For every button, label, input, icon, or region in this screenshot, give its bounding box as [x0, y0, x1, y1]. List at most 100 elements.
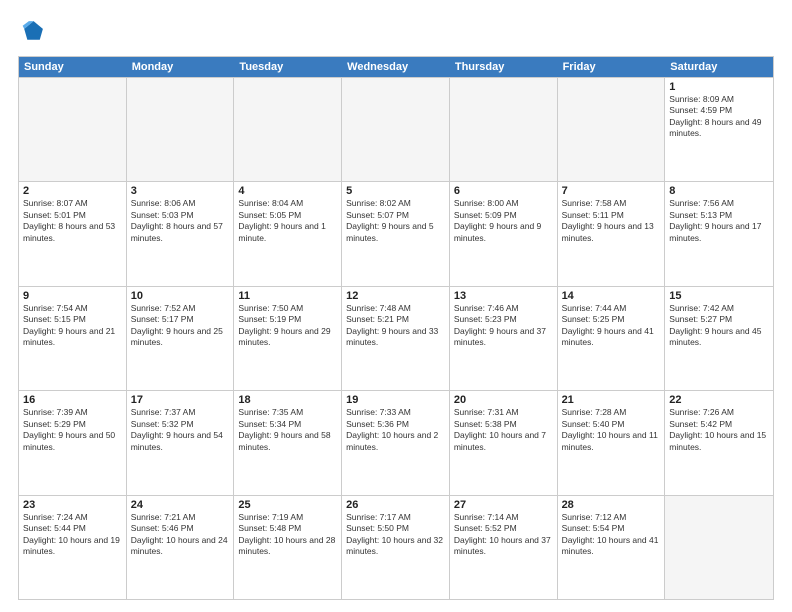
calendar-cell: 16Sunrise: 7:39 AM Sunset: 5:29 PM Dayli…: [19, 391, 127, 494]
day-number: 24: [131, 499, 230, 511]
calendar-cell: [558, 78, 666, 181]
calendar-cell: 1Sunrise: 8:09 AM Sunset: 4:59 PM Daylig…: [665, 78, 773, 181]
day-number: 2: [23, 185, 122, 197]
calendar-cell: 25Sunrise: 7:19 AM Sunset: 5:48 PM Dayli…: [234, 496, 342, 599]
day-number: 18: [238, 394, 337, 406]
day-info: Sunrise: 7:44 AM Sunset: 5:25 PM Dayligh…: [562, 303, 661, 349]
calendar-cell: 11Sunrise: 7:50 AM Sunset: 5:19 PM Dayli…: [234, 287, 342, 390]
weekday-header-saturday: Saturday: [665, 57, 773, 77]
calendar-cell: 5Sunrise: 8:02 AM Sunset: 5:07 PM Daylig…: [342, 182, 450, 285]
day-number: 7: [562, 185, 661, 197]
logo-icon: [18, 18, 46, 46]
day-info: Sunrise: 7:54 AM Sunset: 5:15 PM Dayligh…: [23, 303, 122, 349]
logo: [18, 18, 50, 46]
calendar-body: 1Sunrise: 8:09 AM Sunset: 4:59 PM Daylig…: [19, 77, 773, 599]
calendar-row-1: 1Sunrise: 8:09 AM Sunset: 4:59 PM Daylig…: [19, 77, 773, 181]
day-info: Sunrise: 7:48 AM Sunset: 5:21 PM Dayligh…: [346, 303, 445, 349]
day-number: 13: [454, 290, 553, 302]
day-info: Sunrise: 7:12 AM Sunset: 5:54 PM Dayligh…: [562, 512, 661, 558]
day-number: 15: [669, 290, 769, 302]
day-number: 11: [238, 290, 337, 302]
day-info: Sunrise: 8:07 AM Sunset: 5:01 PM Dayligh…: [23, 198, 122, 244]
day-number: 25: [238, 499, 337, 511]
calendar-cell: 20Sunrise: 7:31 AM Sunset: 5:38 PM Dayli…: [450, 391, 558, 494]
calendar-cell: 24Sunrise: 7:21 AM Sunset: 5:46 PM Dayli…: [127, 496, 235, 599]
day-number: 3: [131, 185, 230, 197]
calendar-cell: 19Sunrise: 7:33 AM Sunset: 5:36 PM Dayli…: [342, 391, 450, 494]
day-info: Sunrise: 7:17 AM Sunset: 5:50 PM Dayligh…: [346, 512, 445, 558]
calendar-cell: 13Sunrise: 7:46 AM Sunset: 5:23 PM Dayli…: [450, 287, 558, 390]
day-number: 27: [454, 499, 553, 511]
day-info: Sunrise: 7:31 AM Sunset: 5:38 PM Dayligh…: [454, 407, 553, 453]
day-info: Sunrise: 7:19 AM Sunset: 5:48 PM Dayligh…: [238, 512, 337, 558]
day-info: Sunrise: 7:39 AM Sunset: 5:29 PM Dayligh…: [23, 407, 122, 453]
calendar-cell: 18Sunrise: 7:35 AM Sunset: 5:34 PM Dayli…: [234, 391, 342, 494]
weekday-header-sunday: Sunday: [19, 57, 127, 77]
calendar-cell: [450, 78, 558, 181]
calendar-cell: 2Sunrise: 8:07 AM Sunset: 5:01 PM Daylig…: [19, 182, 127, 285]
calendar-cell: 26Sunrise: 7:17 AM Sunset: 5:50 PM Dayli…: [342, 496, 450, 599]
calendar-cell: [665, 496, 773, 599]
day-number: 10: [131, 290, 230, 302]
day-info: Sunrise: 7:46 AM Sunset: 5:23 PM Dayligh…: [454, 303, 553, 349]
header: [18, 18, 774, 46]
day-info: Sunrise: 7:50 AM Sunset: 5:19 PM Dayligh…: [238, 303, 337, 349]
day-number: 4: [238, 185, 337, 197]
day-info: Sunrise: 7:24 AM Sunset: 5:44 PM Dayligh…: [23, 512, 122, 558]
day-number: 21: [562, 394, 661, 406]
weekday-header-wednesday: Wednesday: [342, 57, 450, 77]
calendar-cell: 15Sunrise: 7:42 AM Sunset: 5:27 PM Dayli…: [665, 287, 773, 390]
day-number: 14: [562, 290, 661, 302]
page: SundayMondayTuesdayWednesdayThursdayFrid…: [0, 0, 792, 612]
weekday-header-tuesday: Tuesday: [234, 57, 342, 77]
calendar-cell: [342, 78, 450, 181]
day-number: 6: [454, 185, 553, 197]
calendar: SundayMondayTuesdayWednesdayThursdayFrid…: [18, 56, 774, 600]
weekday-header-friday: Friday: [558, 57, 666, 77]
calendar-row-2: 2Sunrise: 8:07 AM Sunset: 5:01 PM Daylig…: [19, 181, 773, 285]
day-number: 16: [23, 394, 122, 406]
day-info: Sunrise: 7:52 AM Sunset: 5:17 PM Dayligh…: [131, 303, 230, 349]
day-info: Sunrise: 7:37 AM Sunset: 5:32 PM Dayligh…: [131, 407, 230, 453]
calendar-row-4: 16Sunrise: 7:39 AM Sunset: 5:29 PM Dayli…: [19, 390, 773, 494]
day-info: Sunrise: 8:04 AM Sunset: 5:05 PM Dayligh…: [238, 198, 337, 244]
calendar-cell: 7Sunrise: 7:58 AM Sunset: 5:11 PM Daylig…: [558, 182, 666, 285]
day-info: Sunrise: 7:42 AM Sunset: 5:27 PM Dayligh…: [669, 303, 769, 349]
calendar-cell: 6Sunrise: 8:00 AM Sunset: 5:09 PM Daylig…: [450, 182, 558, 285]
day-info: Sunrise: 7:21 AM Sunset: 5:46 PM Dayligh…: [131, 512, 230, 558]
day-number: 19: [346, 394, 445, 406]
calendar-cell: 27Sunrise: 7:14 AM Sunset: 5:52 PM Dayli…: [450, 496, 558, 599]
day-info: Sunrise: 7:28 AM Sunset: 5:40 PM Dayligh…: [562, 407, 661, 453]
day-number: 26: [346, 499, 445, 511]
day-number: 5: [346, 185, 445, 197]
calendar-cell: 21Sunrise: 7:28 AM Sunset: 5:40 PM Dayli…: [558, 391, 666, 494]
day-info: Sunrise: 8:06 AM Sunset: 5:03 PM Dayligh…: [131, 198, 230, 244]
weekday-header-thursday: Thursday: [450, 57, 558, 77]
calendar-cell: [234, 78, 342, 181]
day-number: 20: [454, 394, 553, 406]
day-info: Sunrise: 8:00 AM Sunset: 5:09 PM Dayligh…: [454, 198, 553, 244]
calendar-cell: 12Sunrise: 7:48 AM Sunset: 5:21 PM Dayli…: [342, 287, 450, 390]
calendar-cell: 8Sunrise: 7:56 AM Sunset: 5:13 PM Daylig…: [665, 182, 773, 285]
day-info: Sunrise: 7:14 AM Sunset: 5:52 PM Dayligh…: [454, 512, 553, 558]
day-number: 12: [346, 290, 445, 302]
day-number: 28: [562, 499, 661, 511]
day-info: Sunrise: 7:35 AM Sunset: 5:34 PM Dayligh…: [238, 407, 337, 453]
calendar-row-5: 23Sunrise: 7:24 AM Sunset: 5:44 PM Dayli…: [19, 495, 773, 599]
day-number: 1: [669, 81, 769, 93]
calendar-cell: [127, 78, 235, 181]
calendar-cell: 22Sunrise: 7:26 AM Sunset: 5:42 PM Dayli…: [665, 391, 773, 494]
calendar-cell: 14Sunrise: 7:44 AM Sunset: 5:25 PM Dayli…: [558, 287, 666, 390]
calendar-cell: 28Sunrise: 7:12 AM Sunset: 5:54 PM Dayli…: [558, 496, 666, 599]
weekday-header-monday: Monday: [127, 57, 235, 77]
calendar-row-3: 9Sunrise: 7:54 AM Sunset: 5:15 PM Daylig…: [19, 286, 773, 390]
calendar-cell: 23Sunrise: 7:24 AM Sunset: 5:44 PM Dayli…: [19, 496, 127, 599]
calendar-cell: 10Sunrise: 7:52 AM Sunset: 5:17 PM Dayli…: [127, 287, 235, 390]
day-info: Sunrise: 7:33 AM Sunset: 5:36 PM Dayligh…: [346, 407, 445, 453]
day-number: 23: [23, 499, 122, 511]
day-number: 17: [131, 394, 230, 406]
calendar-cell: 3Sunrise: 8:06 AM Sunset: 5:03 PM Daylig…: [127, 182, 235, 285]
day-info: Sunrise: 8:09 AM Sunset: 4:59 PM Dayligh…: [669, 94, 769, 140]
calendar-cell: [19, 78, 127, 181]
day-info: Sunrise: 7:58 AM Sunset: 5:11 PM Dayligh…: [562, 198, 661, 244]
